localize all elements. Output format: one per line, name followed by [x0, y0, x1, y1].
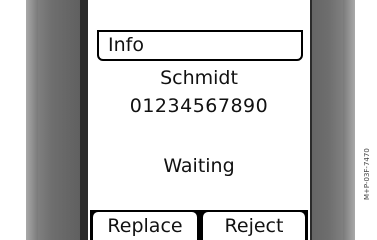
reject-softkey[interactable]: Reject — [203, 212, 305, 240]
device-frame-left-edge — [26, 0, 38, 240]
figure-code: M+P-03F-7470 — [363, 148, 371, 200]
caller-name: Schmidt — [160, 67, 238, 89]
replace-softkey[interactable]: Replace — [93, 212, 197, 240]
device-frame-right-edge — [343, 0, 355, 240]
device-photo: Info Schmidt 01234567890 Waiting Replace… — [0, 0, 377, 240]
call-status: Waiting — [163, 155, 235, 177]
info-header-label: Info — [108, 34, 144, 56]
caller-number: 01234567890 — [129, 95, 269, 117]
